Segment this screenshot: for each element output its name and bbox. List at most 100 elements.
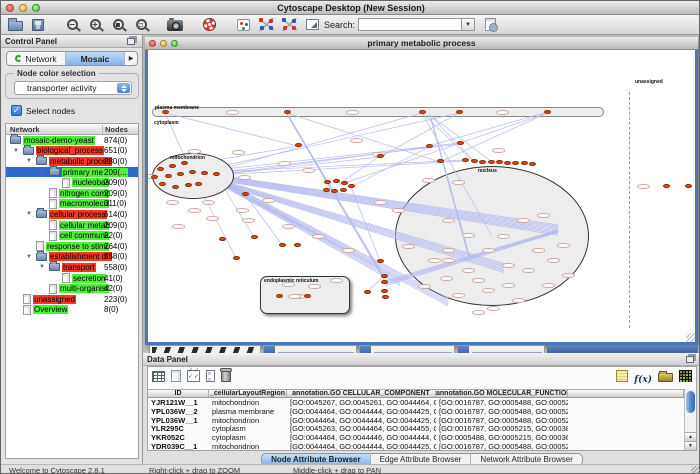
graph-node-small[interactable] — [308, 284, 321, 289]
table-cell[interactable]: mitochondrion — [209, 398, 287, 407]
graph-node[interactable] — [496, 160, 503, 165]
graph-node-small[interactable] — [522, 268, 535, 273]
graph-node[interactable] — [544, 110, 551, 115]
graph-node[interactable] — [333, 179, 340, 184]
graph-node-small[interactable] — [312, 234, 325, 239]
graph-node-small[interactable] — [502, 263, 515, 268]
graph-node-small[interactable] — [472, 278, 485, 283]
zoom-in-button[interactable]: + — [85, 16, 105, 34]
graph-node-small[interactable] — [462, 233, 475, 238]
graph-node-small[interactable] — [482, 248, 495, 253]
attribute-select-button[interactable] — [152, 369, 165, 387]
table-cell[interactable]: [GO:0045263, GO:0044464, GO:0044455, G..… — [287, 424, 436, 433]
graph-node[interactable] — [381, 280, 388, 285]
table-cell[interactable]: [GO:0016787, GO:0005488, GO:0005215, G..… — [436, 398, 568, 407]
graph-node-small[interactable] — [482, 288, 495, 293]
import-attributes-button[interactable] — [658, 369, 673, 387]
table-cell[interactable]: [GO:0045267, GO:0045261, GO:0044464, G..… — [287, 398, 436, 407]
graph-node[interactable] — [462, 158, 469, 163]
tab-overflow-arrow-icon[interactable]: ▶ — [125, 52, 137, 65]
column-header[interactable]: annotation.GO CELLULAR_COMPONENT — [287, 390, 436, 397]
tree-row-unassigned[interactable]: unassigned223(0) — [6, 294, 138, 305]
expand-arrow-icon[interactable]: ▼ — [26, 211, 32, 217]
table-cell[interactable]: [GO:0005488, GO:0005215, GO:0003674] — [436, 433, 568, 442]
graph-node-small[interactable] — [262, 198, 275, 203]
node-color-dropdown[interactable]: transporter activity — [14, 81, 132, 95]
graph-node-small[interactable] — [442, 218, 455, 223]
graph-node[interactable] — [419, 110, 426, 115]
graph-node[interactable] — [304, 294, 311, 299]
graph-node-small[interactable] — [442, 248, 455, 253]
table-row[interactable]: YPL036W__2plasma membrane[GO:0044464, GO… — [148, 407, 684, 416]
table-cell[interactable]: cytoplasm — [209, 424, 287, 433]
graph-node[interactable] — [382, 295, 389, 300]
graph-node-small[interactable] — [497, 234, 510, 239]
graph-node[interactable] — [177, 172, 184, 177]
graph-node-small[interactable] — [452, 293, 465, 298]
network-window-titlebar[interactable]: primary metabolic process — [145, 37, 698, 50]
save-button[interactable] — [28, 16, 48, 34]
tree-row-transport[interactable]: ▼transport558(0) — [6, 262, 138, 273]
search-input[interactable] — [358, 18, 462, 31]
graph-node[interactable] — [663, 184, 670, 189]
graph-node-small[interactable] — [562, 273, 575, 278]
graph-node-small[interactable] — [236, 208, 249, 213]
table-row[interactable]: YKR052Ccytoplasm[GO:0044464, GO:0044446,… — [148, 433, 684, 442]
graph-node-small[interactable] — [422, 178, 435, 183]
tree-row-cellular-process[interactable]: ▼cellular process614(0) — [6, 209, 138, 220]
graph-node[interactable] — [685, 184, 692, 189]
unselect-attributes-button[interactable] — [206, 369, 215, 387]
graph-node[interactable] — [284, 110, 291, 115]
tree-row-establishment-of-lo[interactable]: ▼establishment of lo558(0) — [6, 252, 138, 263]
graph-node[interactable] — [521, 161, 528, 166]
graph-node[interactable] — [488, 160, 495, 165]
table-row[interactable]: YPL036W__1mitochondrion[GO:0044464, GO:0… — [148, 416, 684, 425]
graph-node-small[interactable] — [487, 306, 500, 311]
tree-row-primary-metabo[interactable]: ▼primary metabo209(... — [6, 167, 138, 178]
annotation-button[interactable] — [302, 16, 322, 34]
graph-node-small[interactable] — [496, 110, 509, 115]
graph-node[interactable] — [276, 294, 283, 299]
tree-row-cellular-metabol[interactable]: cellular metabol209(0) — [6, 220, 138, 231]
graph-node[interactable] — [165, 174, 172, 179]
graph-node-small[interactable] — [542, 283, 555, 288]
graph-node[interactable] — [251, 235, 258, 240]
tree-row-response-to-stimulu[interactable]: response to stimulu264(0) — [6, 241, 138, 252]
graph-node[interactable] — [504, 161, 511, 166]
graph-node[interactable] — [426, 144, 433, 149]
table-row[interactable]: YLR295Ccytoplasm[GO:0045263, GO:0044464,… — [148, 424, 684, 433]
graph-node[interactable] — [172, 185, 179, 190]
table-row[interactable]: YJR121W__1mitochondrion[GO:0045267, GO:0… — [148, 398, 684, 407]
graph-node[interactable] — [279, 243, 286, 248]
zoom-fit-button[interactable]: ▫ — [131, 16, 151, 34]
graph-node[interactable] — [294, 243, 301, 248]
float-panel-icon[interactable] — [127, 38, 135, 45]
table-cell[interactable]: plasma membrane — [209, 407, 287, 416]
tree-row-nitrogen-compo[interactable]: nitrogen compo209(0) — [6, 188, 138, 199]
table-cell[interactable]: [GO:0016787, GO:0005215, GO:0003824, G..… — [436, 424, 568, 433]
graph-node[interactable] — [159, 182, 166, 187]
graph-node-small[interactable] — [166, 200, 179, 205]
graph-node[interactable] — [331, 189, 338, 194]
zoom-selected-button[interactable]: ▪ — [108, 16, 128, 34]
graph-node[interactable] — [377, 259, 384, 264]
column-header[interactable]: _cellularLayoutRegion — [209, 390, 287, 397]
graph-node-small[interactable] — [517, 218, 530, 223]
graph-node[interactable] — [529, 162, 536, 167]
graph-node[interactable] — [381, 289, 388, 294]
graph-node[interactable] — [151, 175, 158, 180]
graph-node-small[interactable] — [202, 200, 215, 205]
graph-node[interactable] — [381, 274, 388, 279]
graph-node-small[interactable] — [512, 298, 525, 303]
function-builder-button[interactable]: f(x) — [634, 369, 652, 387]
select-nodes-checkbox[interactable]: ✓ — [11, 105, 22, 116]
graph-node-small[interactable] — [547, 258, 560, 263]
zoom-out-button[interactable]: − — [62, 16, 82, 34]
delete-attribute-button[interactable] — [221, 368, 231, 387]
graph-node[interactable] — [162, 110, 169, 115]
graph-node[interactable] — [341, 181, 348, 186]
graph-node-small[interactable] — [440, 276, 453, 281]
graph-node-small[interactable] — [282, 282, 295, 287]
graph-node-small[interactable] — [302, 168, 315, 173]
graph-node[interactable] — [185, 183, 192, 188]
